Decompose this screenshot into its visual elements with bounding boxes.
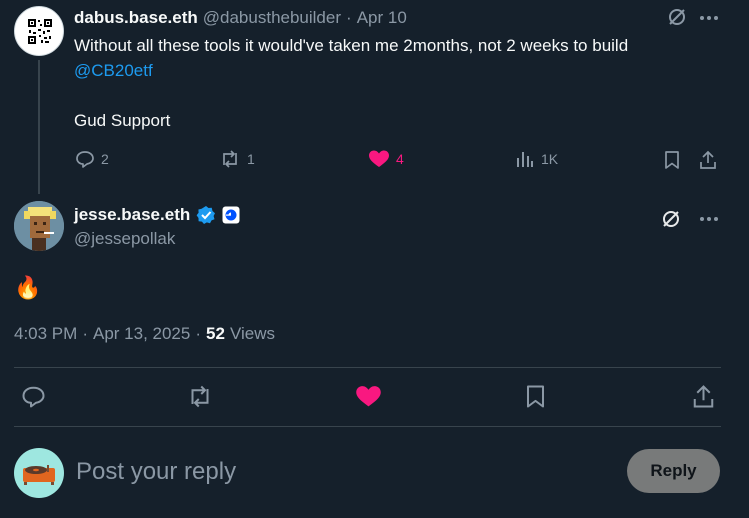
parent-text-line2: Gud Support	[74, 111, 171, 130]
parent-avatar[interactable]	[14, 6, 64, 56]
repost-icon[interactable]	[186, 384, 214, 409]
repost-count: 1	[247, 151, 255, 167]
parent-date[interactable]: Apr 10	[357, 8, 407, 28]
like-action[interactable]: 4	[368, 149, 404, 169]
reply-action[interactable]: 2	[75, 149, 109, 169]
views-label: Views	[229, 324, 275, 343]
post-time[interactable]: 4:03 PM	[14, 324, 77, 344]
divider-bottom	[14, 426, 721, 427]
views-count: 1K	[541, 151, 559, 167]
thread-connector-line	[38, 60, 40, 194]
pixel-avatar-icon	[14, 201, 64, 251]
reply-button[interactable]: Reply	[627, 449, 720, 493]
meta-separator: ·	[195, 324, 202, 343]
post-metadata: 4:03 PM · Apr 13, 2025 · 52 Views	[14, 324, 275, 344]
views-action[interactable]: 1K	[515, 149, 558, 169]
main-avatar[interactable]	[14, 201, 64, 251]
user-avatar[interactable]	[14, 448, 64, 498]
mention-link[interactable]: @CB20etf	[74, 58, 734, 83]
repost-action[interactable]: 1	[219, 149, 255, 169]
main-display-name[interactable]: jesse.base.eth	[74, 205, 190, 225]
post-date[interactable]: Apr 13, 2025	[93, 324, 190, 344]
bookmark-icon[interactable]	[662, 150, 682, 170]
views-count: 52	[206, 324, 225, 343]
main-name-row: jesse.base.eth	[74, 204, 240, 226]
share-icon[interactable]	[691, 384, 716, 409]
like-icon[interactable]	[355, 384, 382, 409]
repost-icon	[219, 149, 241, 169]
grok-icon[interactable]	[660, 208, 682, 230]
reply-input[interactable]: Post your reply	[76, 457, 596, 487]
reply-icon[interactable]	[21, 384, 46, 409]
more-icon[interactable]	[699, 209, 719, 229]
parent-post-text: Without all these tools it would've take…	[74, 33, 734, 133]
bookmark-icon[interactable]	[523, 384, 548, 409]
more-icon[interactable]	[699, 8, 719, 28]
reply-icon	[75, 149, 95, 169]
views-icon	[515, 149, 535, 169]
verified-badge-icon[interactable]	[196, 205, 216, 225]
main-post-body: 🔥	[14, 275, 42, 300]
grok-icon[interactable]	[666, 6, 688, 28]
header-separator: ·	[346, 8, 352, 27]
parent-post-header: dabus.base.eth @dabusthebuilder · Apr 10	[74, 7, 407, 29]
parent-display-name[interactable]: dabus.base.eth	[74, 8, 198, 28]
reply-count: 2	[101, 151, 109, 167]
turntable-icon	[23, 465, 55, 485]
share-icon[interactable]	[698, 150, 718, 170]
main-handle[interactable]: @jessepollak	[74, 229, 175, 249]
affiliate-badge-icon[interactable]	[222, 206, 240, 224]
divider-top	[14, 367, 721, 368]
like-count: 4	[396, 151, 404, 167]
meta-separator: ·	[82, 324, 88, 343]
parent-handle[interactable]: @dabusthebuilder	[203, 8, 341, 28]
qr-code-icon	[28, 19, 52, 44]
like-icon	[368, 149, 390, 169]
parent-text-line1: Without all these tools it would've take…	[74, 36, 629, 55]
